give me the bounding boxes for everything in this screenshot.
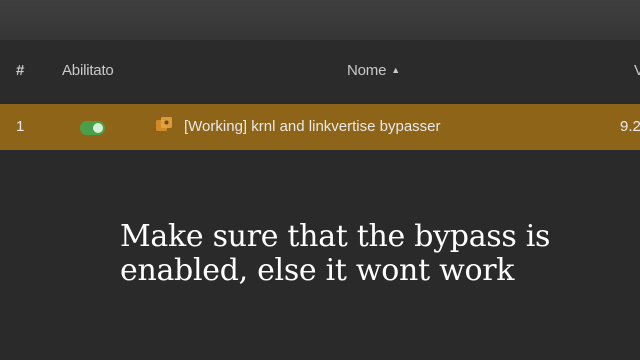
- toggle-knob: [93, 123, 103, 133]
- script-name[interactable]: [Working] krnl and linkvertise bypasser: [184, 118, 441, 135]
- table-row[interactable]: 1 [Working] krnl and linkvertise bypasse…: [0, 104, 640, 150]
- header-version[interactable]: V: [634, 62, 640, 79]
- header-number[interactable]: #: [16, 62, 24, 79]
- script-version: 9.2: [620, 118, 640, 135]
- top-toolbar: [0, 0, 640, 40]
- header-name[interactable]: Nome ▲: [347, 62, 400, 79]
- header-name-label: Nome: [347, 62, 387, 79]
- script-puzzle-icon: [156, 117, 172, 131]
- sort-ascending-icon[interactable]: ▲: [391, 65, 400, 75]
- header-enabled[interactable]: Abilitato: [62, 62, 114, 79]
- enabled-toggle[interactable]: [80, 121, 105, 135]
- instruction-caption: Make sure that the bypass is enabled, el…: [120, 219, 551, 288]
- table-header: # Abilitato Nome ▲ V: [0, 40, 640, 102]
- row-number: 1: [16, 118, 25, 135]
